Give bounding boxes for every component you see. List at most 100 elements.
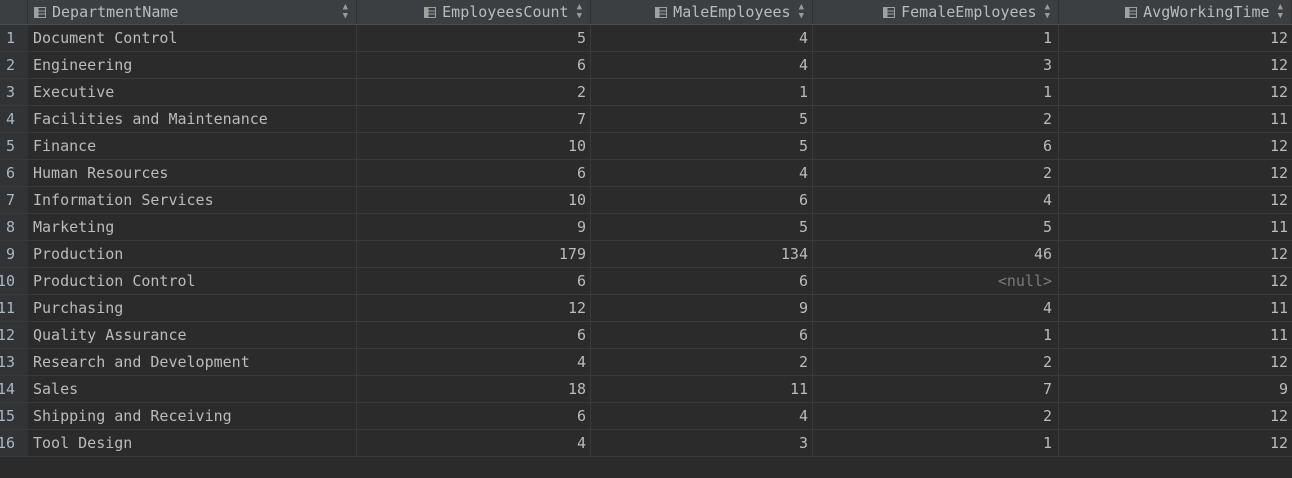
cell-avg-working-time[interactable]: 12 bbox=[1059, 268, 1292, 295]
cell-male-employees[interactable]: 1 bbox=[591, 79, 813, 106]
table-row[interactable]: 12Quality Assurance66111 bbox=[0, 322, 1292, 349]
cell-avg-working-time[interactable]: 12 bbox=[1059, 430, 1292, 457]
column-header-department-name[interactable]: DepartmentName ▲ ▼ bbox=[28, 0, 357, 24]
cell-employees-count[interactable]: 10 bbox=[357, 187, 591, 214]
cell-female-employees[interactable]: 5 bbox=[813, 214, 1059, 241]
cell-female-employees[interactable]: 7 bbox=[813, 376, 1059, 403]
table-row[interactable]: 10Production Control66<null>12 bbox=[0, 268, 1292, 295]
row-number[interactable]: 3 bbox=[0, 79, 28, 106]
column-header-avg-working-time[interactable]: AvgWorkingTime ▲ ▼ bbox=[1059, 0, 1292, 24]
cell-male-employees[interactable]: 5 bbox=[591, 106, 813, 133]
cell-male-employees[interactable]: 6 bbox=[591, 268, 813, 295]
cell-employees-count[interactable]: 10 bbox=[357, 133, 591, 160]
cell-department-name[interactable]: Sales bbox=[28, 376, 357, 403]
cell-avg-working-time[interactable]: 12 bbox=[1059, 79, 1292, 106]
cell-department-name[interactable]: Shipping and Receiving bbox=[28, 403, 357, 430]
cell-avg-working-time[interactable]: 11 bbox=[1059, 295, 1292, 322]
cell-employees-count[interactable]: 4 bbox=[357, 430, 591, 457]
row-number[interactable]: 14 bbox=[0, 376, 28, 403]
cell-department-name[interactable]: Tool Design bbox=[28, 430, 357, 457]
table-row[interactable]: 4 Facilities and Maintenance 7 5 2 11 bbox=[0, 106, 1292, 133]
cell-male-employees[interactable]: 11 bbox=[591, 376, 813, 403]
cell-avg-working-time[interactable]: 12 bbox=[1059, 52, 1292, 79]
table-row[interactable]: 14Sales181179 bbox=[0, 376, 1292, 403]
cell-female-employees[interactable]: 2 bbox=[813, 106, 1059, 133]
cell-male-employees[interactable]: 5 bbox=[591, 133, 813, 160]
cell-department-name[interactable]: Information Services bbox=[28, 187, 357, 214]
cell-department-name[interactable]: Engineering bbox=[28, 52, 357, 79]
cell-avg-working-time[interactable]: 11 bbox=[1059, 322, 1292, 349]
cell-male-employees[interactable]: 4 bbox=[591, 403, 813, 430]
table-row[interactable]: 3 Executive 2 1 1 12 bbox=[0, 79, 1292, 106]
table-row[interactable]: 9 Production 179 134 46 12 bbox=[0, 241, 1292, 268]
column-header-employees-count[interactable]: EmployeesCount ▲ ▼ bbox=[357, 0, 591, 24]
cell-female-employees[interactable]: <null> bbox=[813, 268, 1059, 295]
cell-avg-working-time[interactable]: 12 bbox=[1059, 187, 1292, 214]
cell-female-employees[interactable]: 6 bbox=[813, 133, 1059, 160]
row-number[interactable]: 13 bbox=[0, 349, 28, 376]
cell-female-employees[interactable]: 2 bbox=[813, 349, 1059, 376]
row-number[interactable]: 16 bbox=[0, 430, 28, 457]
cell-department-name[interactable]: Marketing bbox=[28, 214, 357, 241]
cell-department-name[interactable]: Purchasing bbox=[28, 295, 357, 322]
table-row[interactable]: 5 Finance 10 5 6 12 bbox=[0, 133, 1292, 160]
cell-employees-count[interactable]: 6 bbox=[357, 322, 591, 349]
cell-female-employees[interactable]: 4 bbox=[813, 187, 1059, 214]
cell-female-employees[interactable]: 46 bbox=[813, 241, 1059, 268]
table-row[interactable]: 2 Engineering 6 4 3 12 bbox=[0, 52, 1292, 79]
cell-male-employees[interactable]: 4 bbox=[591, 52, 813, 79]
cell-employees-count[interactable]: 2 bbox=[357, 79, 591, 106]
cell-employees-count[interactable]: 179 bbox=[357, 241, 591, 268]
cell-male-employees[interactable]: 6 bbox=[591, 187, 813, 214]
cell-department-name[interactable]: Production Control bbox=[28, 268, 357, 295]
cell-avg-working-time[interactable]: 12 bbox=[1059, 349, 1292, 376]
cell-employees-count[interactable]: 6 bbox=[357, 52, 591, 79]
cell-avg-working-time[interactable]: 11 bbox=[1059, 106, 1292, 133]
cell-female-employees[interactable]: 2 bbox=[813, 160, 1059, 187]
cell-employees-count[interactable]: 4 bbox=[357, 349, 591, 376]
row-number[interactable]: 11 bbox=[0, 295, 28, 322]
cell-avg-working-time[interactable]: 12 bbox=[1059, 133, 1292, 160]
table-row[interactable]: 11Purchasing129411 bbox=[0, 295, 1292, 322]
cell-female-employees[interactable]: 1 bbox=[813, 430, 1059, 457]
cell-male-employees[interactable]: 4 bbox=[591, 25, 813, 52]
cell-department-name[interactable]: Research and Development bbox=[28, 349, 357, 376]
cell-department-name[interactable]: Executive bbox=[28, 79, 357, 106]
row-number[interactable]: 2 bbox=[0, 52, 28, 79]
cell-avg-working-time[interactable]: 12 bbox=[1059, 25, 1292, 52]
sort-toggle-icon[interactable]: ▲ ▼ bbox=[577, 3, 582, 21]
table-row[interactable]: 1 Document Control 5 4 1 12 bbox=[0, 25, 1292, 52]
column-header-female-employees[interactable]: FemaleEmployees ▲ ▼ bbox=[813, 0, 1059, 24]
row-number[interactable]: 1 bbox=[0, 25, 28, 52]
sort-toggle-icon[interactable]: ▲ ▼ bbox=[1045, 3, 1050, 21]
cell-female-employees[interactable]: 4 bbox=[813, 295, 1059, 322]
cell-avg-working-time[interactable]: 12 bbox=[1059, 241, 1292, 268]
cell-department-name[interactable]: Finance bbox=[28, 133, 357, 160]
table-row[interactable]: 6 Human Resources 6 4 2 12 bbox=[0, 160, 1292, 187]
row-number[interactable]: 15 bbox=[0, 403, 28, 430]
row-number-header[interactable] bbox=[0, 0, 28, 24]
cell-male-employees[interactable]: 9 bbox=[591, 295, 813, 322]
cell-female-employees[interactable]: 1 bbox=[813, 322, 1059, 349]
row-number[interactable]: 12 bbox=[0, 322, 28, 349]
cell-male-employees[interactable]: 4 bbox=[591, 160, 813, 187]
cell-avg-working-time[interactable]: 12 bbox=[1059, 403, 1292, 430]
cell-male-employees[interactable]: 5 bbox=[591, 214, 813, 241]
cell-employees-count[interactable]: 7 bbox=[357, 106, 591, 133]
cell-department-name[interactable]: Quality Assurance bbox=[28, 322, 357, 349]
column-header-male-employees[interactable]: MaleEmployees ▲ ▼ bbox=[591, 0, 813, 24]
cell-employees-count[interactable]: 9 bbox=[357, 214, 591, 241]
row-number[interactable]: 6 bbox=[0, 160, 28, 187]
cell-department-name[interactable]: Document Control bbox=[28, 25, 357, 52]
row-number[interactable]: 7 bbox=[0, 187, 28, 214]
row-number[interactable]: 4 bbox=[0, 106, 28, 133]
cell-female-employees[interactable]: 2 bbox=[813, 403, 1059, 430]
cell-female-employees[interactable]: 1 bbox=[813, 79, 1059, 106]
row-number[interactable]: 10 bbox=[0, 268, 28, 295]
cell-male-employees[interactable]: 6 bbox=[591, 322, 813, 349]
cell-male-employees[interactable]: 2 bbox=[591, 349, 813, 376]
row-number[interactable]: 8 bbox=[0, 214, 28, 241]
sort-toggle-icon[interactable]: ▲ ▼ bbox=[799, 3, 804, 21]
row-number[interactable]: 9 bbox=[0, 241, 28, 268]
cell-department-name[interactable]: Production bbox=[28, 241, 357, 268]
